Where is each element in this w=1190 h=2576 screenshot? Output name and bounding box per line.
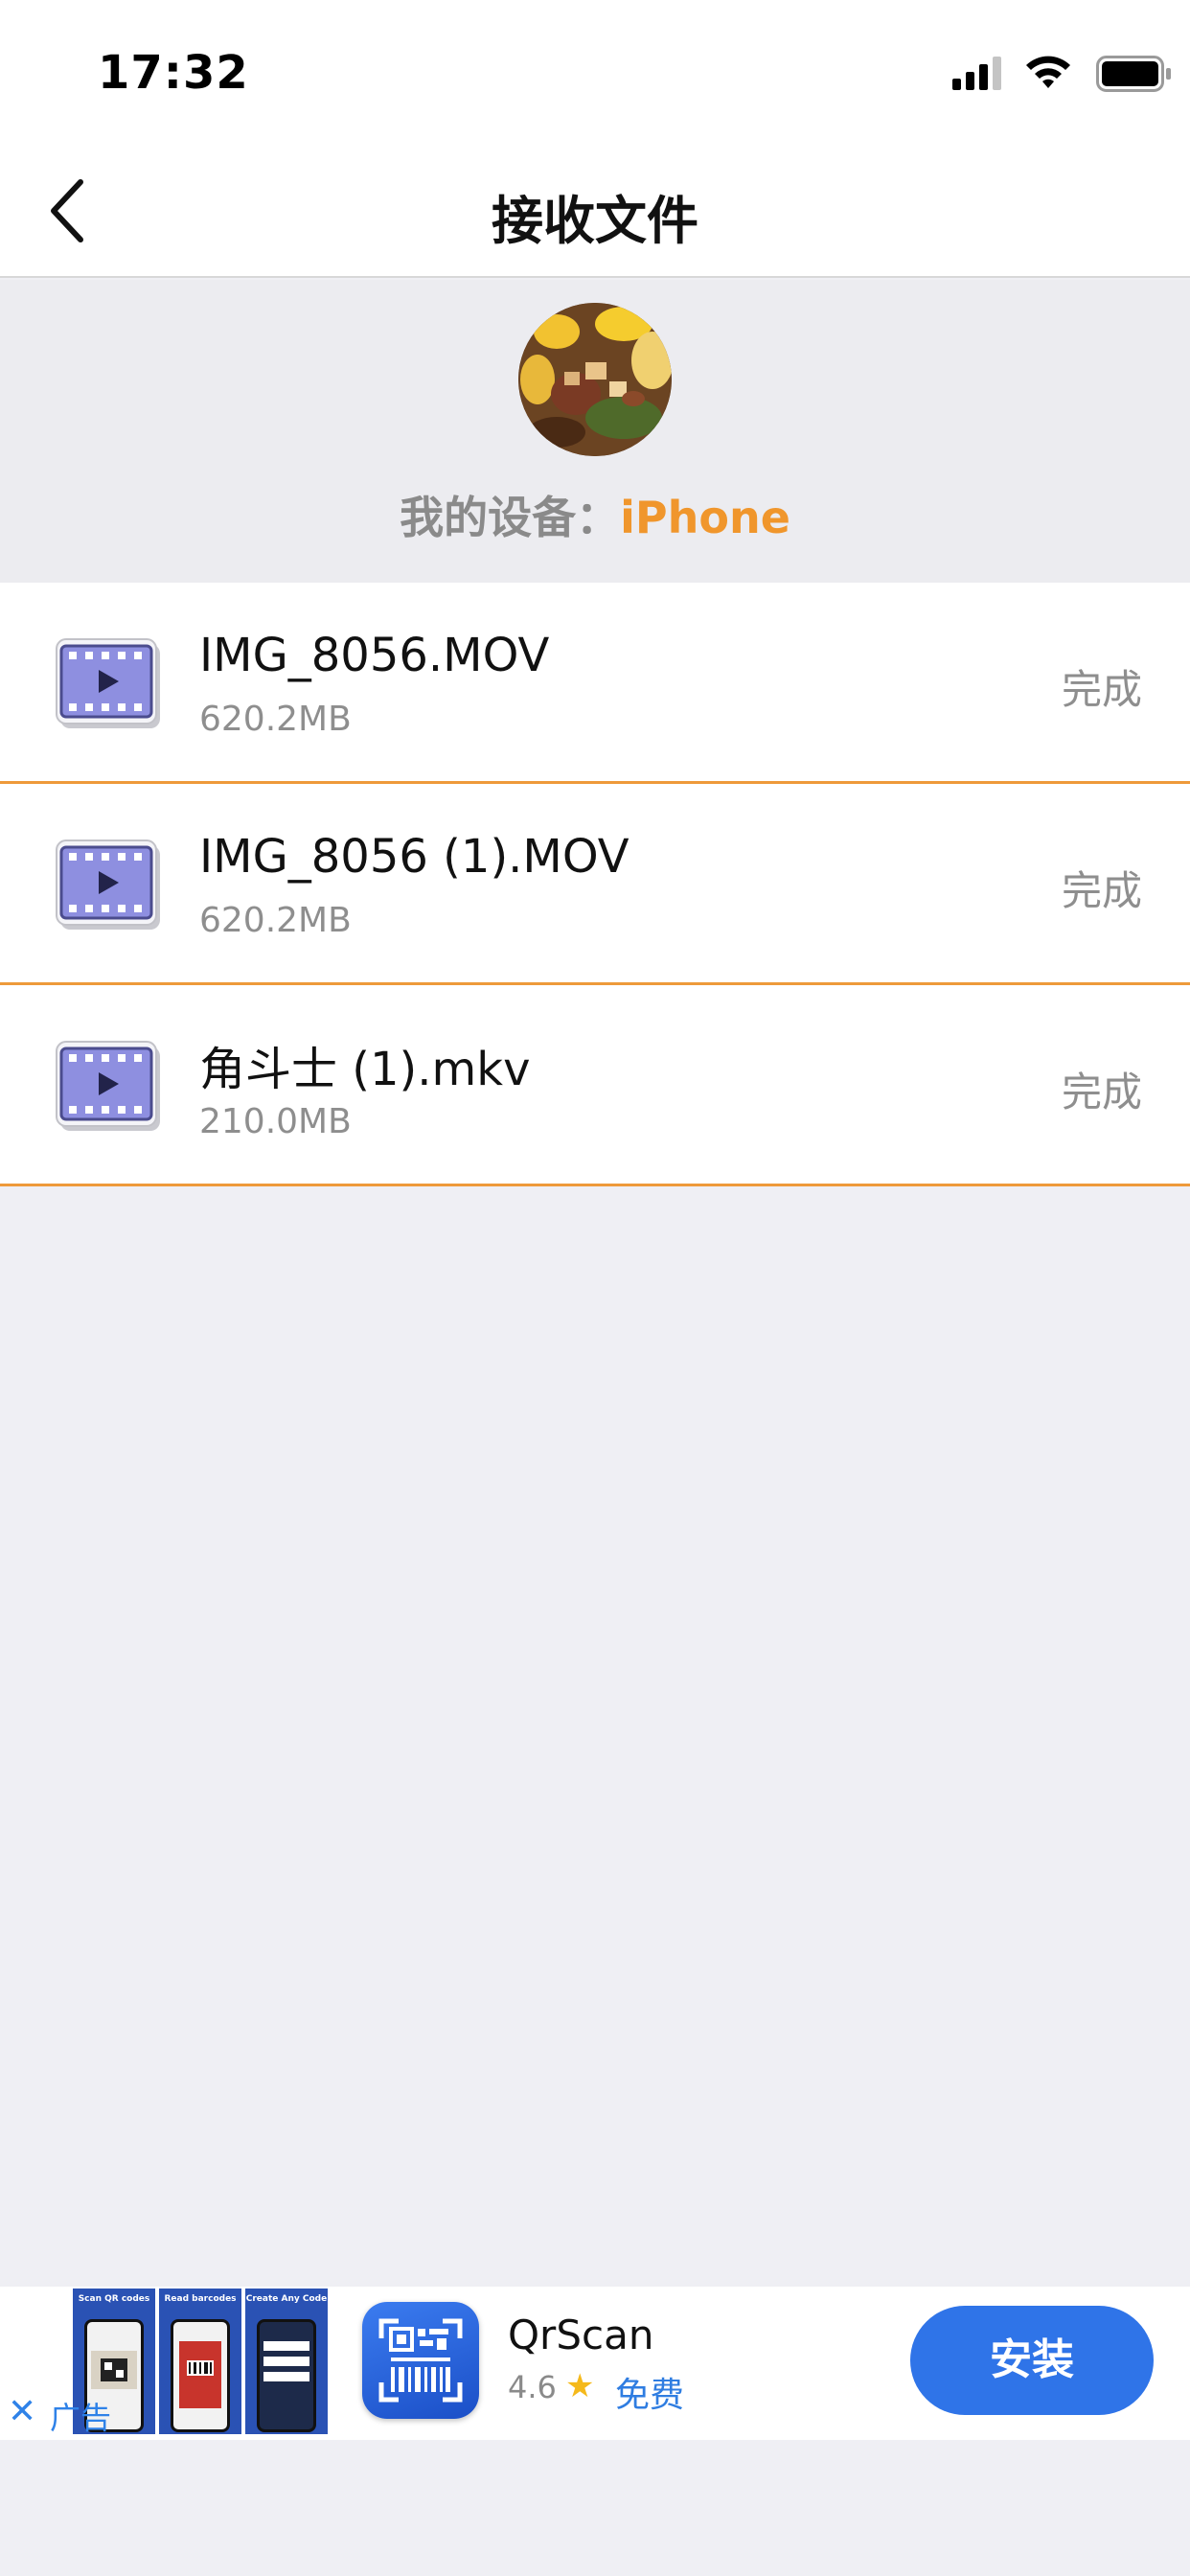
file-status: 完成 [1061, 1069, 1142, 1116]
ad-label: 广告 [50, 2400, 112, 2436]
ad-screenshot-caption: Read barcodes [164, 2294, 237, 2304]
wifi-icon [1026, 56, 1070, 88]
video-file-icon [56, 638, 160, 728]
ad-screenshot-caption: Scan QR codes [78, 2294, 150, 2304]
device-line: 我的设备：iPhone [0, 483, 1190, 546]
install-button[interactable]: 安装 [910, 2306, 1154, 2415]
create-code-icon [263, 2341, 309, 2381]
barcode-icon [179, 2341, 221, 2408]
app-name: QrScan [508, 2312, 654, 2358]
file-status: 完成 [1061, 666, 1142, 713]
nav-bar: 接收文件 [0, 144, 1190, 278]
ad-screenshot-caption: Create Any Code [245, 2294, 328, 2304]
app-icon[interactable] [362, 2302, 479, 2419]
device-name: iPhone [620, 492, 790, 543]
star-icon: ★ [565, 2367, 595, 2405]
food-photo-image [518, 303, 672, 456]
page-title: 接收文件 [492, 191, 698, 251]
file-row[interactable]: IMG_8056 (1).MOV 620.2MB 完成 [0, 784, 1190, 985]
device-label: 我的设备： [400, 492, 621, 543]
ad-banner[interactable]: Scan QR codes Read barcodes Create Any C… [0, 2287, 1190, 2440]
phone-mockup [257, 2319, 316, 2432]
file-name: IMG_8056.MOV [199, 629, 550, 682]
file-name: 角斗士 (1).mkv [199, 1043, 531, 1096]
close-icon: ✕ [8, 2392, 37, 2431]
avatar [518, 303, 672, 456]
cellular-signal-icon [952, 57, 1001, 90]
file-name: IMG_8056 (1).MOV [199, 830, 629, 884]
status-time: 17:32 [98, 46, 249, 100]
file-row[interactable]: IMG_8056.MOV 620.2MB 完成 [0, 583, 1190, 784]
app-rating: 4.6 [508, 2369, 557, 2405]
file-size: 210.0MB [199, 1102, 352, 1141]
battery-icon [1096, 56, 1171, 92]
qrscan-logo-icon [378, 2318, 463, 2403]
file-row[interactable]: 角斗士 (1).mkv 210.0MB 完成 [0, 985, 1190, 1186]
file-size: 620.2MB [199, 700, 352, 739]
close-ad-button[interactable]: ✕ [8, 2392, 36, 2431]
status-bar: 17:32 [0, 0, 1190, 144]
file-size: 620.2MB [199, 901, 352, 940]
app-price: 免费 [615, 2376, 685, 2415]
video-file-icon [56, 1041, 160, 1131]
file-status: 完成 [1061, 867, 1142, 914]
video-file-icon [56, 840, 160, 930]
ad-screenshot: Create Any Code [245, 2288, 328, 2434]
file-list: IMG_8056.MOV 620.2MB 完成 IMG_8056 (1).MOV… [0, 583, 1190, 1186]
phone-mockup [171, 2319, 230, 2432]
device-header: 我的设备：iPhone [0, 280, 1190, 583]
ad-screenshot: Read barcodes [159, 2288, 241, 2434]
